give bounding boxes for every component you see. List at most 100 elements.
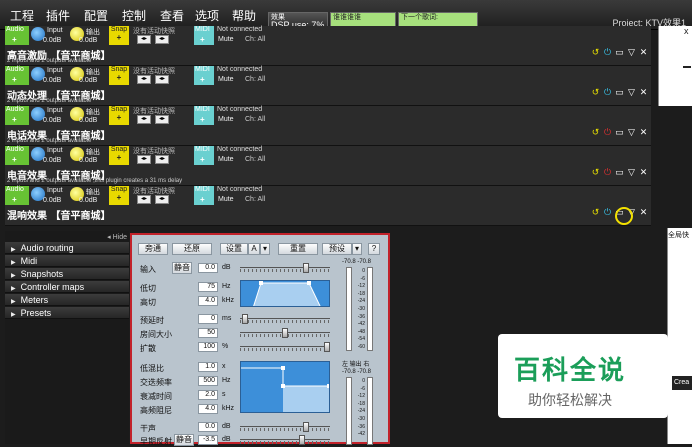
- lowcut-value[interactable]: 75: [198, 282, 218, 292]
- menu-plugins[interactable]: 插件: [46, 7, 70, 24]
- link-icon[interactable]: ↺: [591, 208, 600, 217]
- snapshot-next-button[interactable]: ◂▸: [155, 115, 169, 124]
- close-icon[interactable]: x: [684, 26, 689, 36]
- snapshot-next-button[interactable]: ◂▸: [155, 35, 169, 44]
- chevron-down-icon[interactable]: ▽: [627, 48, 636, 57]
- mute-button[interactable]: Mute: [218, 156, 234, 163]
- preset-dropdown-icon[interactable]: ▾: [352, 243, 362, 255]
- snapshot-block[interactable]: Snap +: [109, 186, 129, 205]
- bypass-button[interactable]: 旁通: [138, 243, 168, 255]
- close-icon[interactable]: ✕: [639, 88, 648, 97]
- highcut-handle[interactable]: [307, 281, 311, 285]
- input-value[interactable]: 0.0: [198, 263, 218, 273]
- damp-handle[interactable]: [327, 384, 330, 388]
- snapshot-next-button[interactable]: ◂▸: [155, 195, 169, 204]
- mute-button[interactable]: Mute: [218, 36, 234, 43]
- sidebar-item-presets[interactable]: Presets: [5, 307, 129, 319]
- audio-block[interactable]: Audio +: [5, 26, 29, 45]
- power-icon[interactable]: ⏻: [603, 168, 612, 177]
- window-icon[interactable]: ▭: [615, 128, 624, 137]
- snapshot-next-button[interactable]: ◂▸: [155, 75, 169, 84]
- diffusion-slider[interactable]: [240, 342, 330, 352]
- create-button[interactable]: Crea: [672, 376, 692, 390]
- menu-project[interactable]: 工程: [10, 7, 34, 24]
- midi-block[interactable]: MIDI +: [194, 26, 214, 45]
- mute-button[interactable]: Mute: [218, 196, 234, 203]
- power-icon[interactable]: ⏻: [603, 208, 612, 217]
- predelay-value[interactable]: 0: [198, 314, 218, 324]
- midi-block[interactable]: MIDI +: [194, 186, 214, 205]
- power-icon[interactable]: ⏻: [603, 88, 612, 97]
- room-size-slider-thumb[interactable]: [282, 328, 288, 338]
- low-mix-value[interactable]: 1.0: [198, 362, 218, 372]
- sidebar-item-snapshots[interactable]: Snapshots: [5, 268, 129, 280]
- preset-button[interactable]: 预设: [322, 243, 352, 255]
- diffusion-value[interactable]: 100: [198, 342, 218, 352]
- close-icon[interactable]: ✕: [639, 168, 648, 177]
- link-icon[interactable]: ↺: [591, 168, 600, 177]
- predelay-slider[interactable]: [240, 314, 330, 324]
- audio-block[interactable]: Audio +: [5, 66, 29, 85]
- snapshot-block[interactable]: Snap +: [109, 146, 129, 165]
- decay-value[interactable]: 2.0: [198, 390, 218, 400]
- sidebar-item-meters[interactable]: Meters: [5, 294, 129, 306]
- room-size-value[interactable]: 50: [198, 328, 218, 338]
- snapshot-prev-button[interactable]: ◂▸: [137, 35, 151, 44]
- snapshot-prev-button[interactable]: ◂▸: [137, 195, 151, 204]
- menu-config[interactable]: 配置: [84, 7, 108, 24]
- window-icon[interactable]: ▭: [615, 48, 624, 57]
- chevron-down-icon[interactable]: ▽: [627, 128, 636, 137]
- snapshot-block[interactable]: Snap +: [109, 106, 129, 125]
- revert-button[interactable]: 还原: [172, 243, 212, 255]
- dry-value[interactable]: 0.0: [198, 422, 218, 432]
- link-icon[interactable]: ↺: [591, 128, 600, 137]
- midi-block[interactable]: MIDI +: [194, 66, 214, 85]
- highcut-value[interactable]: 4.0: [198, 296, 218, 306]
- snapshot-block[interactable]: Snap +: [109, 26, 129, 45]
- diffusion-slider-thumb[interactable]: [324, 342, 330, 352]
- audio-block[interactable]: Audio +: [5, 146, 29, 165]
- preset-slot-a[interactable]: A: [248, 243, 260, 255]
- crossover-handle[interactable]: [281, 366, 285, 370]
- reset-button[interactable]: 重置: [278, 243, 318, 255]
- snapshot-prev-button[interactable]: ◂▸: [137, 115, 151, 124]
- menu-control[interactable]: 控制: [122, 7, 146, 24]
- power-icon[interactable]: ⏻: [603, 48, 612, 57]
- link-icon[interactable]: ↺: [591, 48, 600, 57]
- midi-block[interactable]: MIDI +: [194, 106, 214, 125]
- early-mute-button[interactable]: 静音: [174, 434, 194, 446]
- sidebar-item-midi[interactable]: Midi: [5, 255, 129, 267]
- sidebar-item-controller-maps[interactable]: Controller maps: [5, 281, 129, 293]
- hide-button[interactable]: ◂ Hide: [107, 233, 127, 241]
- midi-block[interactable]: MIDI +: [194, 146, 214, 165]
- minimize-icon[interactable]: [683, 66, 691, 68]
- decay-handle[interactable]: [281, 384, 285, 388]
- audio-block[interactable]: Audio +: [5, 106, 29, 125]
- predelay-slider-thumb[interactable]: [242, 314, 248, 324]
- power-icon[interactable]: ⏻: [603, 128, 612, 137]
- mute-button[interactable]: Mute: [218, 76, 234, 83]
- sidebar-item-audio-routing[interactable]: Audio routing: [5, 242, 129, 254]
- eq-curve-graph[interactable]: [240, 280, 330, 307]
- audio-block[interactable]: Audio +: [5, 186, 29, 205]
- mute-button[interactable]: Mute: [218, 116, 234, 123]
- snapshot-block[interactable]: Snap +: [109, 66, 129, 85]
- decay-curve-graph[interactable]: [240, 361, 330, 413]
- dry-slider-thumb[interactable]: [303, 422, 309, 432]
- link-icon[interactable]: ↺: [591, 88, 600, 97]
- window-icon[interactable]: ▭: [615, 168, 624, 177]
- input-slider-thumb[interactable]: [303, 263, 309, 273]
- lowcut-handle[interactable]: [259, 281, 263, 285]
- help-button[interactable]: ?: [368, 243, 380, 255]
- menu-options[interactable]: 选项: [195, 7, 219, 24]
- room-size-slider[interactable]: [240, 328, 330, 338]
- crossover-value[interactable]: 500: [198, 376, 218, 386]
- chevron-down-icon[interactable]: ▽: [627, 168, 636, 177]
- plugin-name[interactable]: 混响效果 【音平商城】: [7, 207, 110, 222]
- chevron-down-icon[interactable]: ▾: [260, 243, 270, 255]
- settings-button[interactable]: 设置: [220, 243, 248, 255]
- hf-damp-value[interactable]: 4.0: [198, 404, 218, 414]
- chevron-down-icon[interactable]: ▽: [627, 88, 636, 97]
- input-slider[interactable]: [240, 263, 330, 273]
- window-icon[interactable]: ▭: [615, 88, 624, 97]
